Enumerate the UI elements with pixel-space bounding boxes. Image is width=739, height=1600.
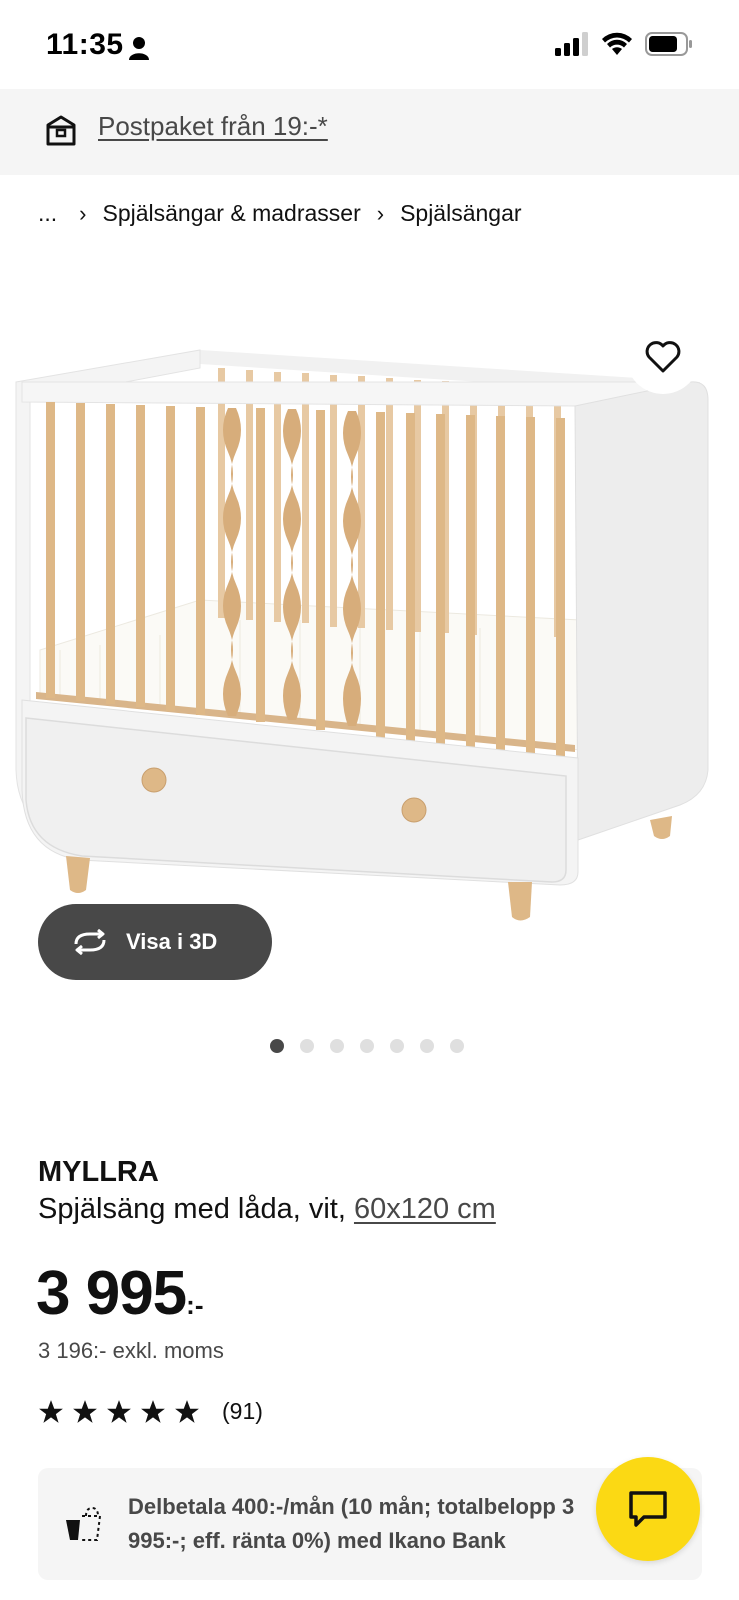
- wifi-icon: [602, 32, 632, 55]
- product-size-link[interactable]: 60x120 cm: [354, 1193, 496, 1225]
- star-icon: [141, 1399, 165, 1423]
- financing-text: Delbetala 400:-/mån (10 mån; totalbelopp…: [128, 1494, 575, 1553]
- product-image[interactable]: [0, 300, 739, 940]
- breadcrumb-item-cribs[interactable]: Spjälsängar: [400, 200, 521, 227]
- view-3d-button[interactable]: Visa i 3D: [38, 904, 272, 980]
- chat-button[interactable]: [596, 1457, 700, 1561]
- star-icon: [39, 1399, 63, 1423]
- product-description: Spjälsäng med låda, vit, 60x120 cm: [38, 1193, 496, 1226]
- status-time: 11:35: [46, 28, 124, 61]
- carousel-dot[interactable]: [420, 1039, 434, 1053]
- rotate-3d-icon: [74, 929, 106, 955]
- star-icon: [107, 1399, 131, 1423]
- carousel-dot[interactable]: [450, 1039, 464, 1053]
- product-price: 3 995 :-: [36, 1258, 203, 1329]
- carousel-dot[interactable]: [330, 1039, 344, 1053]
- breadcrumb-item-cribs-mattresses[interactable]: Spjälsängar & madrasser: [103, 200, 361, 227]
- favorite-button[interactable]: [626, 320, 700, 394]
- carousel-dots: [270, 1039, 464, 1053]
- status-bar: 11:35: [0, 0, 739, 90]
- breadcrumb-item-ellipsis[interactable]: ...: [38, 200, 57, 227]
- signal-icon: [555, 32, 588, 56]
- carousel-dot[interactable]: [270, 1039, 284, 1053]
- carousel-dot[interactable]: [360, 1039, 374, 1053]
- price-suffix: :-: [186, 1290, 204, 1320]
- review-count: (91): [222, 1398, 263, 1424]
- chevron-right-icon: ›: [79, 200, 87, 226]
- parcel-icon: [46, 115, 76, 146]
- battery-icon: [645, 32, 692, 56]
- star-half-icon: [175, 1399, 199, 1423]
- product-rating[interactable]: (91): [38, 1398, 263, 1425]
- promo-banner[interactable]: Postpaket från 19:-*: [0, 89, 739, 175]
- view-3d-label: Visa i 3D: [126, 929, 218, 954]
- promo-link[interactable]: Postpaket från 19:-*: [98, 111, 328, 142]
- product-description-text: Spjälsäng med låda, vit,: [38, 1193, 346, 1225]
- price-excl-vat: 3 196:- exkl. moms: [38, 1338, 224, 1363]
- breadcrumb: ... › Spjälsängar & madrasser › Spjälsän…: [38, 200, 522, 227]
- heart-icon: [645, 341, 681, 373]
- carousel-dot[interactable]: [300, 1039, 314, 1053]
- product-name: MYLLRA: [38, 1156, 159, 1188]
- status-indicators: [555, 32, 693, 56]
- price-amount: 3 995: [36, 1259, 187, 1328]
- person-icon: [129, 37, 149, 60]
- star-icon: [73, 1399, 97, 1423]
- chevron-right-icon: ›: [376, 200, 385, 226]
- chat-icon: [629, 1491, 667, 1527]
- payment-icon: [66, 1506, 102, 1541]
- carousel-dot[interactable]: [390, 1039, 404, 1053]
